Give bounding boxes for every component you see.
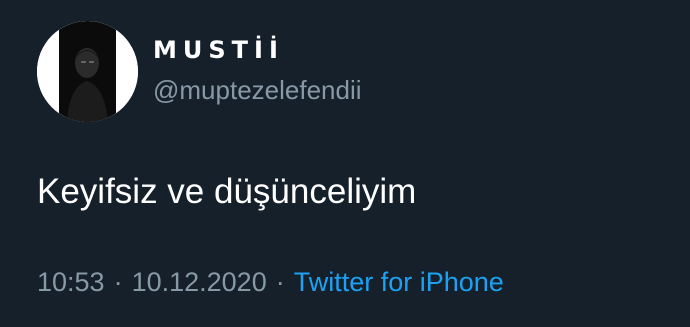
author-display-name[interactable]: MUSTİİ	[153, 38, 284, 62]
tweet-date[interactable]: 10.12.2020	[132, 267, 267, 297]
tweet-source-link[interactable]: Twitter for iPhone	[294, 267, 504, 297]
meta-separator: ·	[275, 267, 285, 297]
tweet-text: Keyifsiz ve düşünceliyim	[37, 172, 417, 211]
author-handle[interactable]: @muptezelefendii	[153, 77, 362, 103]
meta-separator: ·	[113, 267, 123, 297]
tweet-card: MUSTİİ @muptezelefendii Keyifsiz ve düşü…	[0, 0, 690, 327]
avatar[interactable]	[37, 21, 138, 122]
tweet-meta: 10:53 · 10.12.2020 · Twitter for iPhone	[37, 269, 504, 296]
avatar-photo	[37, 21, 138, 122]
tweet-time[interactable]: 10:53	[37, 267, 105, 297]
